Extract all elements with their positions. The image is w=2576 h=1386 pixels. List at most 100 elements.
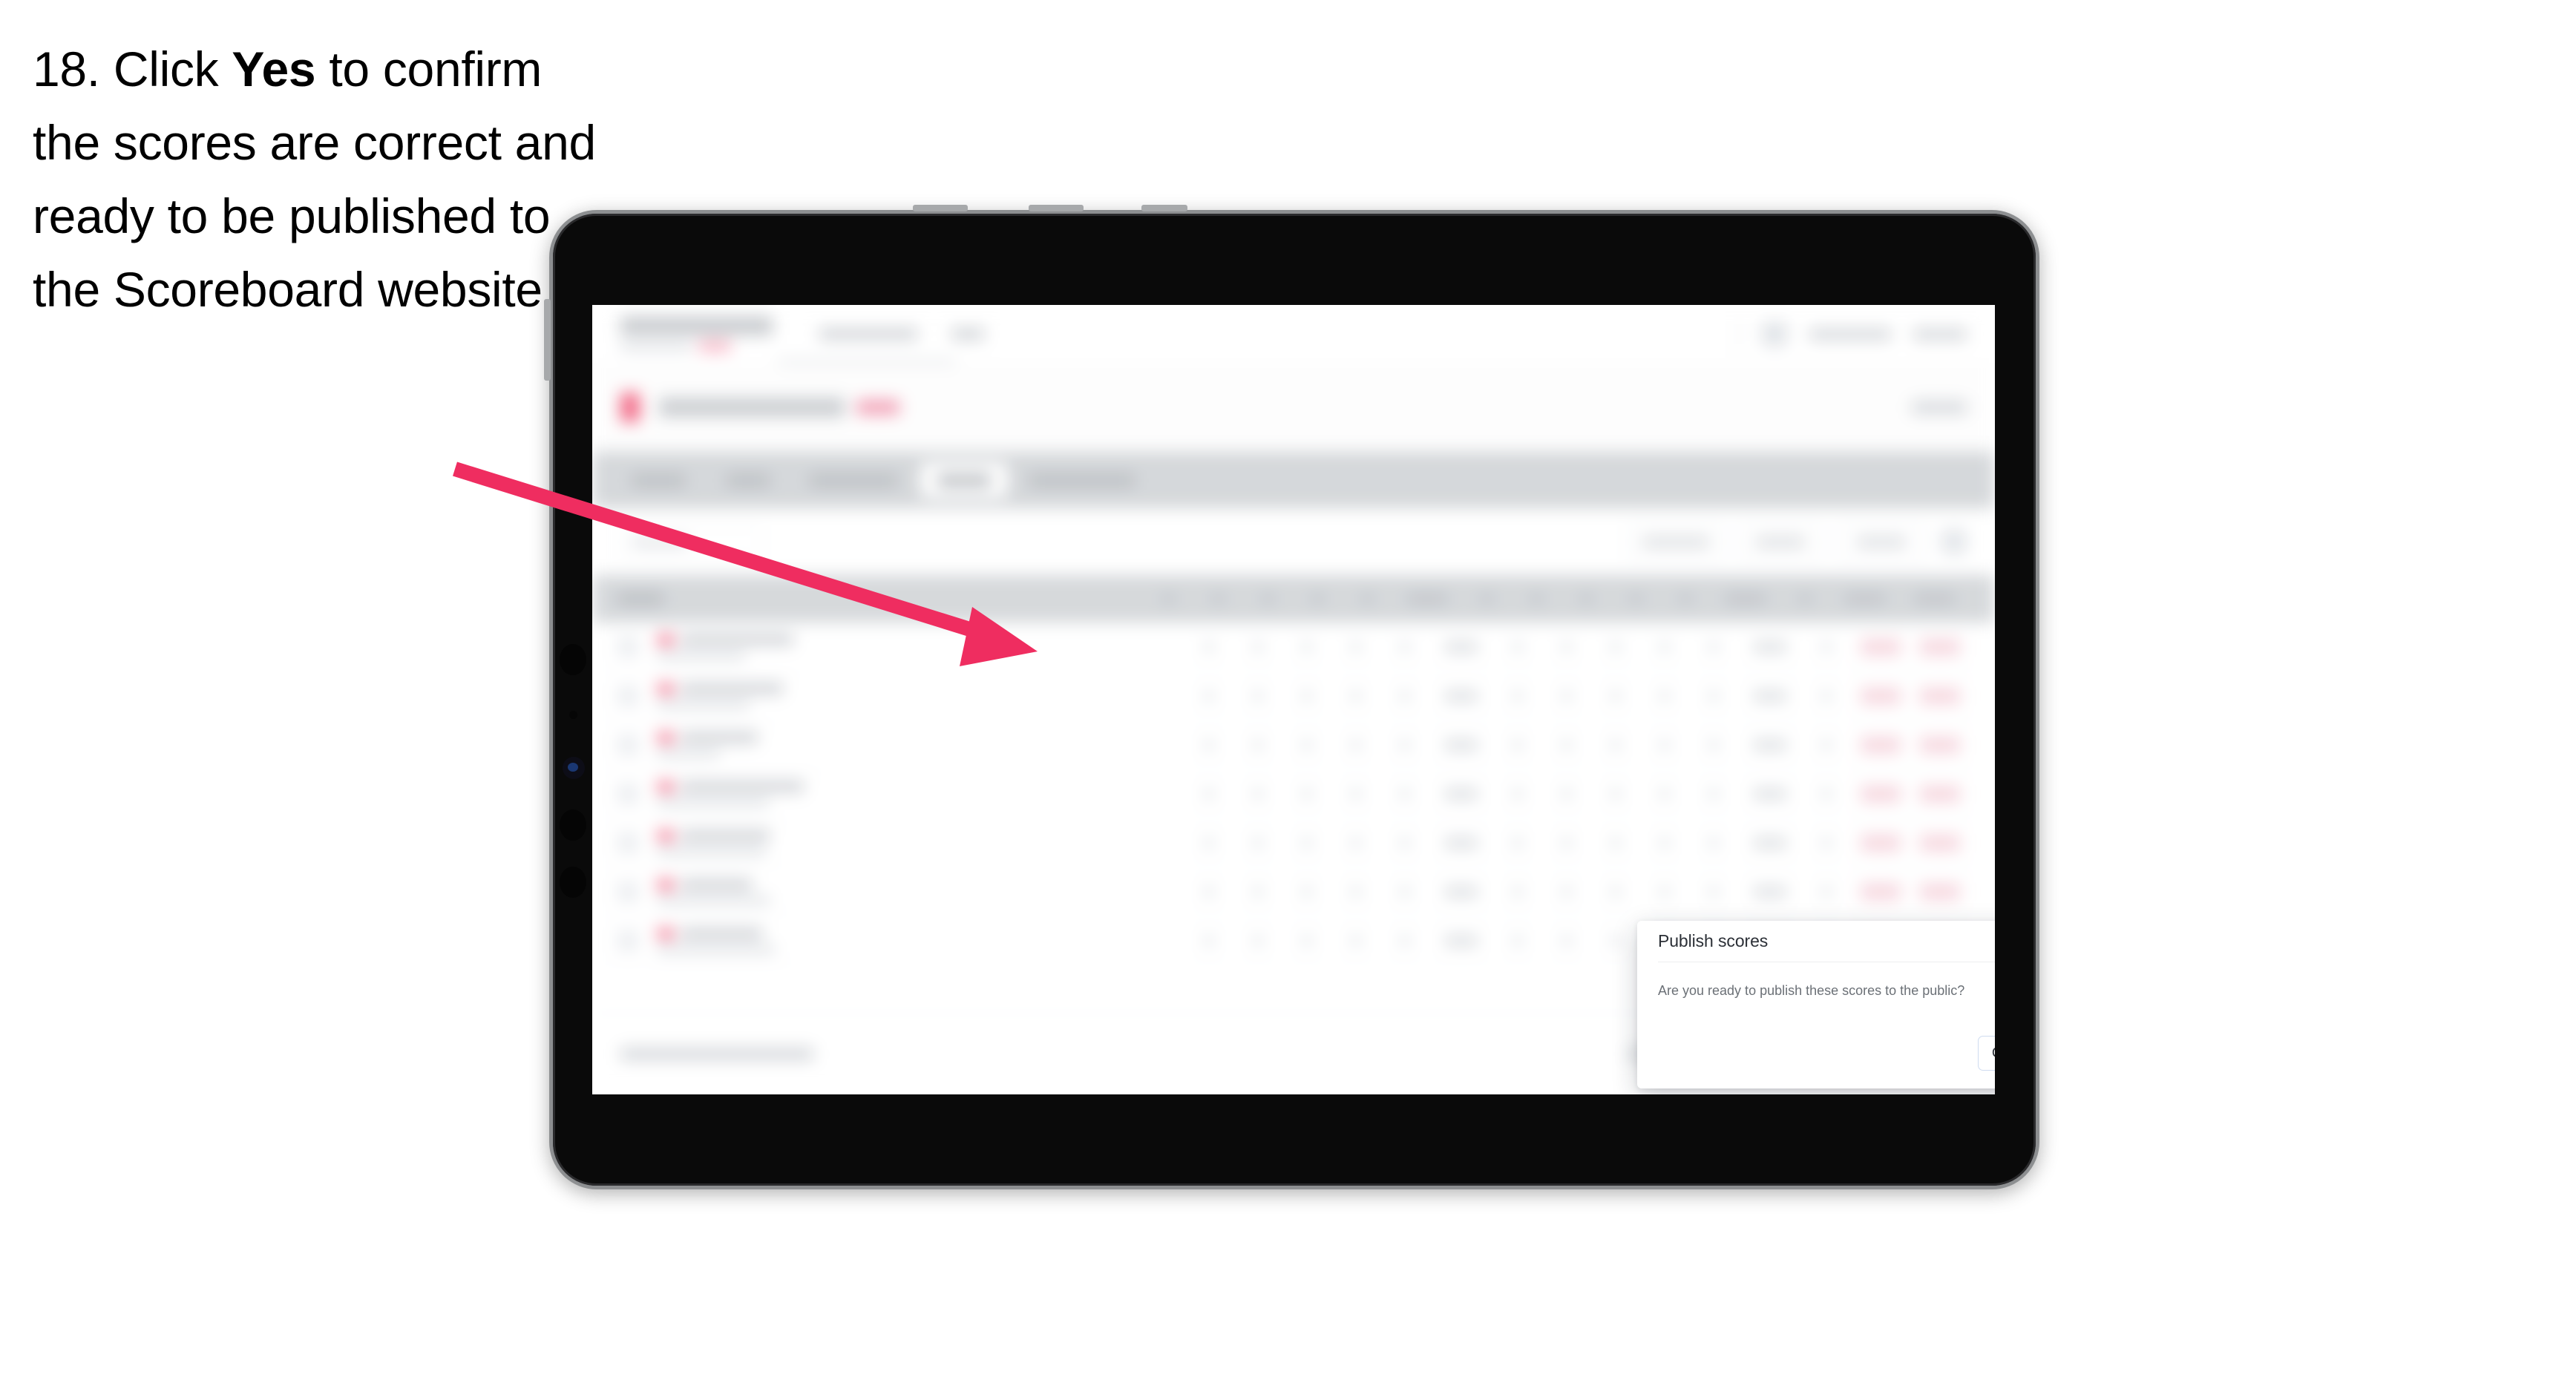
table-row[interactable] [592,867,1995,916]
row-checkbox[interactable] [617,832,638,853]
player-cell [658,830,830,855]
score-cells [1184,834,1970,851]
player-cell [658,634,830,660]
flag-icon [658,732,674,743]
column-header-player [617,593,663,605]
player-club [658,798,769,807]
volume-down-button[interactable] [1029,205,1084,211]
tab-item-2[interactable] [794,462,913,498]
nav-item-primary[interactable] [819,328,917,340]
column-header [1481,594,1492,604]
score-cells [1184,638,1970,655]
app-logo-subtitle [620,341,776,352]
event-meta [1912,400,1967,414]
avatar[interactable] [1762,321,1787,346]
player-club [658,700,750,709]
header-right-group [1738,319,1967,349]
row-checkbox[interactable] [617,783,638,804]
header-link-account[interactable] [1809,328,1891,340]
power-button[interactable] [1141,205,1187,211]
settings-gear-icon[interactable] [1941,529,1967,554]
app-logo[interactable] [620,316,776,352]
side-button[interactable] [544,299,551,381]
search-placeholder [632,536,687,547]
column-header-total [1845,594,1885,604]
table-row[interactable] [592,818,1995,867]
player-club [658,896,770,904]
table-row[interactable] [592,720,1995,769]
filter-label [1642,536,1709,547]
row-checkbox[interactable] [617,881,638,902]
column-header-points [1915,594,1955,604]
player-cell [658,781,830,807]
filter-dropdown-1[interactable] [1740,524,1821,559]
slide-canvas: 18. Click Yes to confirm the scores are … [0,0,2576,1386]
tab-item-results-active[interactable] [920,462,1008,498]
filter-row [592,508,1995,575]
player-name [681,928,762,939]
proximity-sensor-icon [563,757,585,779]
front-camera-icon [560,644,586,675]
flag-icon [658,683,674,694]
dialog-title: Publish scores [1658,931,1769,950]
tab-item-1[interactable] [709,462,787,498]
column-header [1312,594,1323,604]
player-name [681,830,770,841]
flag-icon [658,927,674,939]
event-title [659,397,845,417]
row-checkbox[interactable] [617,734,638,755]
player-club [658,651,745,660]
player-club [658,749,720,758]
flag-icon [658,634,674,646]
cancel-button[interactable]: Cancel [1977,1036,1995,1071]
column-header [1680,594,1691,604]
filter-label [1756,536,1805,547]
header-divider [1738,319,1740,349]
score-cells [1184,687,1970,704]
column-header [1581,594,1592,604]
tab-label [632,474,685,486]
instruction-bold-keyword: Yes [232,42,316,96]
flag-icon [658,878,674,890]
column-header [1213,594,1224,604]
row-checkbox[interactable] [617,636,638,657]
event-header-bar [592,363,1995,452]
filter-dropdown-0[interactable] [1628,524,1723,559]
column-header [1800,594,1811,604]
tab-item-0[interactable] [614,462,702,498]
table-row[interactable] [592,671,1995,720]
filter-controls [1628,524,1967,559]
tab-label [1029,474,1135,486]
tab-label [810,474,897,486]
tab-item-4[interactable] [1015,462,1149,498]
search-input[interactable] [620,525,761,558]
column-headers [1144,594,1970,604]
table-header-row [592,575,1995,623]
app-logo-wordmark [620,316,773,335]
row-checkbox[interactable] [617,685,638,706]
column-header [1362,594,1373,604]
tab-label [727,474,770,486]
score-cells [1184,736,1970,753]
player-name [681,634,793,645]
table-row[interactable] [592,769,1995,818]
tab-label [937,474,991,486]
header-link-signout[interactable] [1913,328,1967,340]
app-logo-badge [698,341,732,352]
player-cell [658,732,830,758]
column-header [1407,594,1447,604]
score-cells [1184,785,1970,802]
filter-dropdown-2[interactable] [1838,524,1925,559]
event-icon [620,392,640,422]
player-name [681,879,752,890]
nav-item-secondary[interactable] [951,328,984,340]
column-header [1725,594,1766,604]
player-club [658,847,766,855]
table-row[interactable] [592,623,1995,671]
row-checkbox[interactable] [617,930,638,951]
instruction-text: 18. Click Yes to confirm the scores are … [33,33,597,326]
player-cell [658,878,830,904]
microphone-icon [569,711,577,719]
volume-up-button[interactable] [913,205,968,211]
tertiary-camera-icon [560,867,586,898]
